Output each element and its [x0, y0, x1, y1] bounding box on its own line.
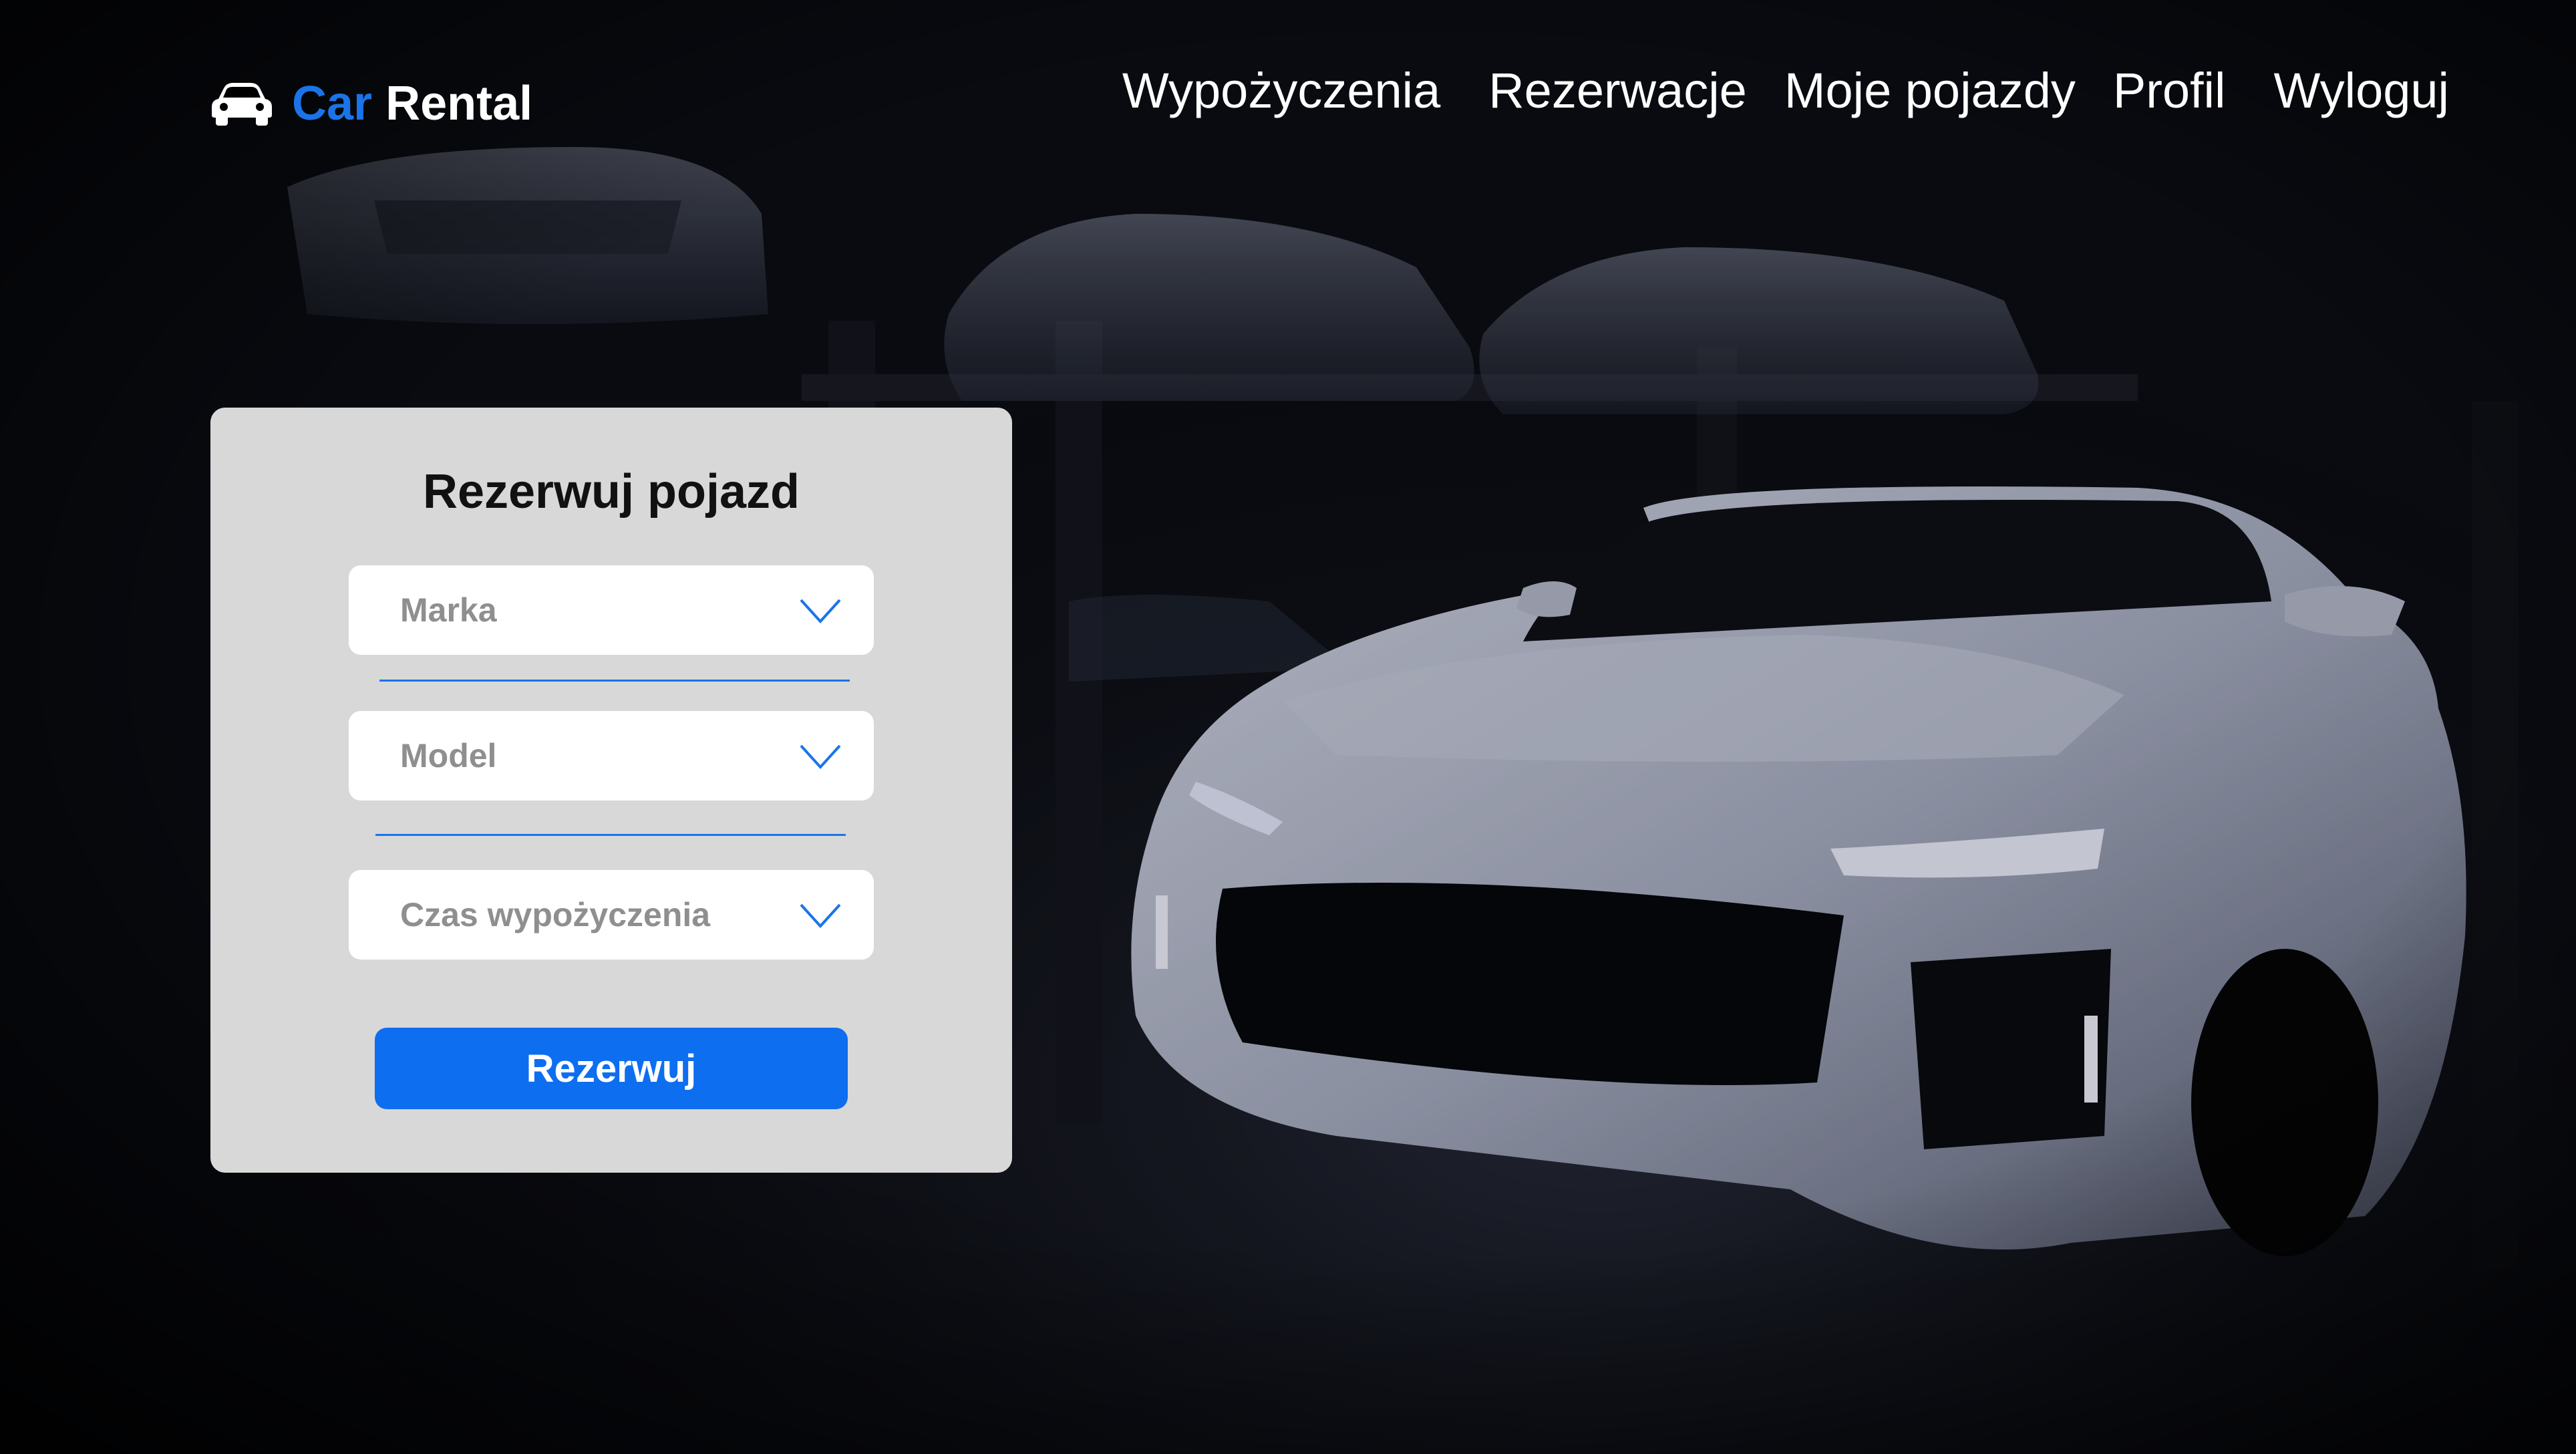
chevron-down-icon [800, 744, 841, 769]
nav-item-wyloguj[interactable]: Wyloguj [2273, 62, 2449, 119]
booking-form-card: Rezerwuj pojazd Marka Model Czas wypożyc… [210, 408, 1012, 1173]
form-divider [379, 680, 850, 682]
rental-duration-select[interactable]: Czas wypożyczenia [349, 870, 874, 960]
nav-item-profil[interactable]: Profil [2113, 62, 2226, 119]
booking-form-title: Rezerwuj pojazd [422, 465, 800, 519]
brand-name: Car Rental [292, 76, 532, 131]
reserve-button[interactable]: Rezerwuj [375, 1028, 848, 1109]
nav-item-rezerwacje[interactable]: Rezerwacje [1488, 62, 1747, 119]
chevron-down-icon [800, 599, 841, 623]
car-icon [210, 82, 273, 126]
app-screen: Car Rental Wypożyczenia Rezerwacje Moje … [0, 0, 2576, 1454]
brand-logo[interactable]: Car Rental [210, 70, 532, 137]
model-select-placeholder: Model [400, 737, 497, 774]
brand-name-part2: Rental [385, 77, 533, 130]
nav-item-wypozyczenia[interactable]: Wypożyczenia [1122, 62, 1440, 119]
rental-duration-select-placeholder: Czas wypożyczenia [400, 896, 711, 933]
chevron-down-icon [800, 903, 841, 928]
brand-select-placeholder: Marka [400, 591, 497, 629]
nav-item-moje-pojazdy[interactable]: Moje pojazdy [1784, 62, 2076, 119]
model-select[interactable]: Model [349, 711, 874, 801]
main-navigation: Wypożyczenia Rezerwacje Moje pojazdy Pro… [1122, 60, 2449, 120]
form-divider [375, 834, 846, 836]
brand-select[interactable]: Marka [349, 565, 874, 655]
brand-name-part1: Car [292, 77, 373, 130]
